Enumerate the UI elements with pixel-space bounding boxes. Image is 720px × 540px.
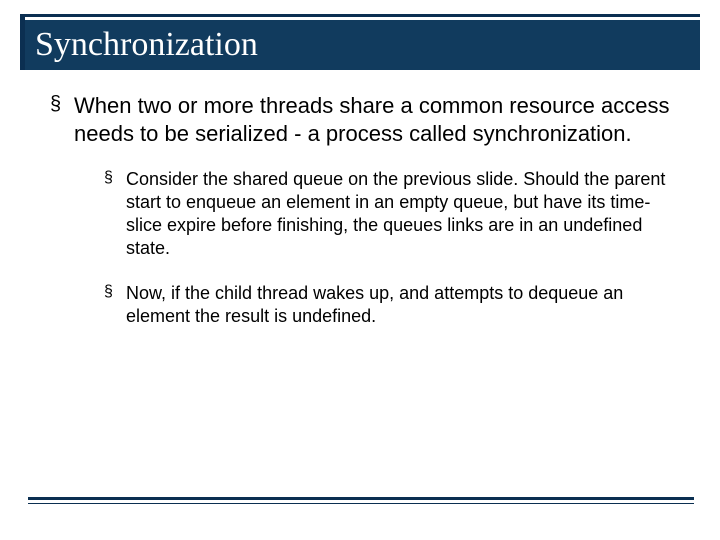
slide-title: Synchronization (35, 26, 258, 64)
slide: Synchronization When two or more threads… (0, 0, 720, 540)
bullet-text: Consider the shared queue on the previou… (126, 169, 665, 258)
divider (28, 497, 694, 504)
list-item: Consider the shared queue on the previou… (104, 168, 672, 260)
list-item: When two or more threads share a common … (50, 92, 672, 329)
sub-bullet-list: Consider the shared queue on the previou… (74, 168, 672, 328)
bullet-text: Now, if the child thread wakes up, and a… (126, 283, 623, 326)
bullet-text: When two or more threads share a common … (74, 93, 669, 146)
title-bar: Synchronization (25, 20, 700, 70)
slide-body: When two or more threads share a common … (20, 92, 700, 329)
bullet-list: When two or more threads share a common … (28, 92, 692, 329)
title-container: Synchronization (20, 14, 700, 70)
list-item: Now, if the child thread wakes up, and a… (104, 282, 672, 328)
